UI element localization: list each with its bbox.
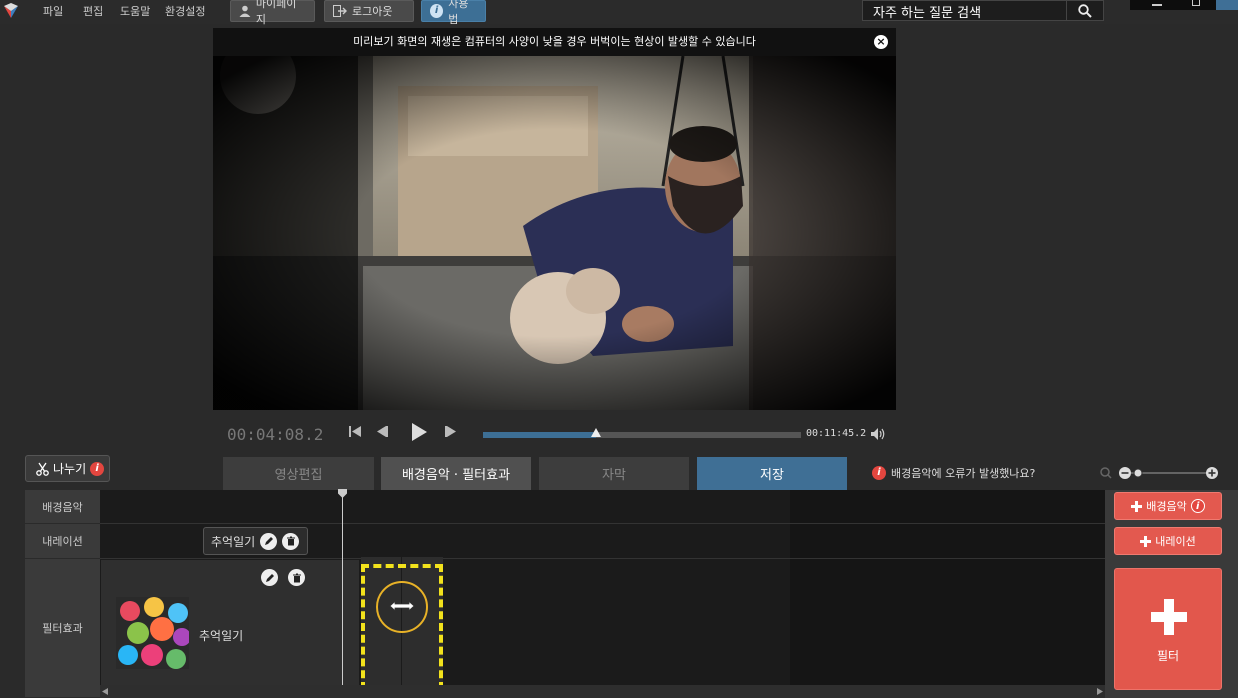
tab-music-filter[interactable]: 배경음악 · 필터효과: [381, 457, 531, 490]
trash-icon[interactable]: [288, 569, 305, 586]
tab-video-edit[interactable]: 영상편집: [223, 457, 374, 490]
menu-edit[interactable]: 편집: [83, 3, 103, 19]
clip-tooltip: 추억일기: [203, 527, 308, 555]
info-icon: i: [430, 4, 444, 18]
info-icon: i: [872, 466, 886, 480]
guide-button[interactable]: i 사용법: [421, 0, 486, 26]
filter-thumbnail: [116, 597, 189, 669]
user-icon: [239, 5, 251, 17]
logout-label: 로그아웃: [352, 5, 393, 18]
scroll-right-icon[interactable]: [1097, 688, 1103, 695]
playhead[interactable]: [342, 490, 343, 685]
zoom-icon: [1100, 467, 1110, 477]
track-label-filter: 필터효과: [25, 559, 100, 698]
trash-icon[interactable]: [282, 532, 300, 550]
preview-notice: 미리보기 화면의 재생은 컴퓨터의 사양이 낮을 경우 버벅이는 현상이 발생할…: [213, 28, 896, 56]
menu-help[interactable]: 도움말: [120, 3, 150, 19]
logout-button[interactable]: 로그아웃: [324, 0, 414, 22]
plus-icon: [1140, 535, 1152, 547]
add-narration-button[interactable]: 내레이션: [1114, 527, 1222, 555]
minimize-button[interactable]: [1152, 4, 1162, 6]
tab-save[interactable]: 저장: [697, 457, 847, 490]
video-frame: [213, 56, 896, 410]
info-icon[interactable]: i: [90, 461, 105, 476]
timeline-empty-area: [790, 490, 1105, 698]
scissors-icon: [36, 462, 49, 476]
top-bar: 파일 편집 도움말 환경설정 마이페이지 로그아웃 i 사용법 자주 하는 질문…: [0, 0, 1238, 26]
filter-clip[interactable]: 추억일기: [101, 560, 359, 685]
track-divider: [100, 558, 1105, 559]
music-error-link[interactable]: i 배경음악에 오류가 발생했나요?: [872, 465, 1035, 481]
mypage-label: 마이페이지: [255, 0, 297, 26]
split-label: 나누기: [53, 462, 87, 476]
zoom-slider[interactable]: [1100, 466, 1222, 480]
seek-handle[interactable]: [590, 428, 601, 437]
seek-progress: [483, 432, 596, 438]
add-music-label: 배경음악: [1146, 500, 1187, 513]
seek-bar[interactable]: [483, 428, 801, 438]
pencil-icon[interactable]: [260, 532, 278, 550]
horizontal-scrollbar[interactable]: [100, 685, 1105, 698]
maximize-button[interactable]: [1192, 0, 1200, 6]
filter-clip-name: 추억일기: [199, 629, 244, 643]
pencil-icon[interactable]: [261, 569, 278, 586]
plus-icon: [1131, 500, 1143, 512]
mypage-button[interactable]: 마이페이지: [230, 0, 315, 26]
step-forward-icon[interactable]: [443, 423, 459, 439]
add-music-button[interactable]: 배경음악 i: [1114, 492, 1222, 520]
add-filter-label: 필터: [1156, 649, 1180, 663]
menu-file[interactable]: 파일: [43, 3, 63, 19]
search-button[interactable]: [1066, 0, 1104, 21]
video-preview: 미리보기 화면의 재생은 컴퓨터의 사양이 낮을 경우 버벅이는 현상이 발생할…: [213, 28, 896, 410]
split-button[interactable]: 나누기 i: [25, 455, 110, 482]
volume-icon[interactable]: [870, 427, 886, 441]
track-label-music: 배경음악: [25, 490, 100, 524]
search-icon: [1078, 3, 1092, 18]
menu-settings[interactable]: 환경설정: [165, 3, 205, 19]
guide-label: 사용법: [448, 0, 469, 26]
search-input[interactable]: 자주 하는 질문 검색: [862, 0, 1067, 21]
scroll-left-icon[interactable]: [102, 688, 108, 695]
plus-icon: [1151, 599, 1187, 635]
clip-tooltip-label: 추억일기: [211, 534, 256, 549]
info-icon[interactable]: i: [1190, 499, 1205, 513]
track-divider: [100, 523, 1105, 524]
window-controls: [1130, 0, 1238, 10]
zoom-handle[interactable]: [1133, 468, 1143, 478]
close-window-button[interactable]: [1216, 0, 1238, 10]
app-window: 파일 편집 도움말 환경설정 마이페이지 로그아웃 i 사용법 자주 하는 질문…: [0, 0, 1238, 698]
step-back-icon[interactable]: [374, 423, 390, 439]
resize-icon: [389, 600, 415, 612]
logo-icon: [4, 3, 18, 18]
music-error-label: 배경음악에 오류가 발생했나요?: [891, 467, 1036, 480]
add-narration-label: 내레이션: [1155, 535, 1196, 548]
tab-subtitle[interactable]: 자막: [539, 457, 689, 490]
end-time: 00:11:45.2: [806, 428, 867, 439]
add-filter-button[interactable]: 필터: [1114, 568, 1222, 690]
close-icon[interactable]: ×: [874, 35, 888, 49]
logout-icon: [333, 5, 347, 17]
clip-actions: [261, 569, 305, 586]
skip-start-icon[interactable]: [347, 423, 363, 439]
track-label-narration: 내레이션: [25, 524, 100, 559]
current-time: 00:04:08.2: [227, 425, 324, 444]
play-icon[interactable]: [409, 421, 429, 443]
